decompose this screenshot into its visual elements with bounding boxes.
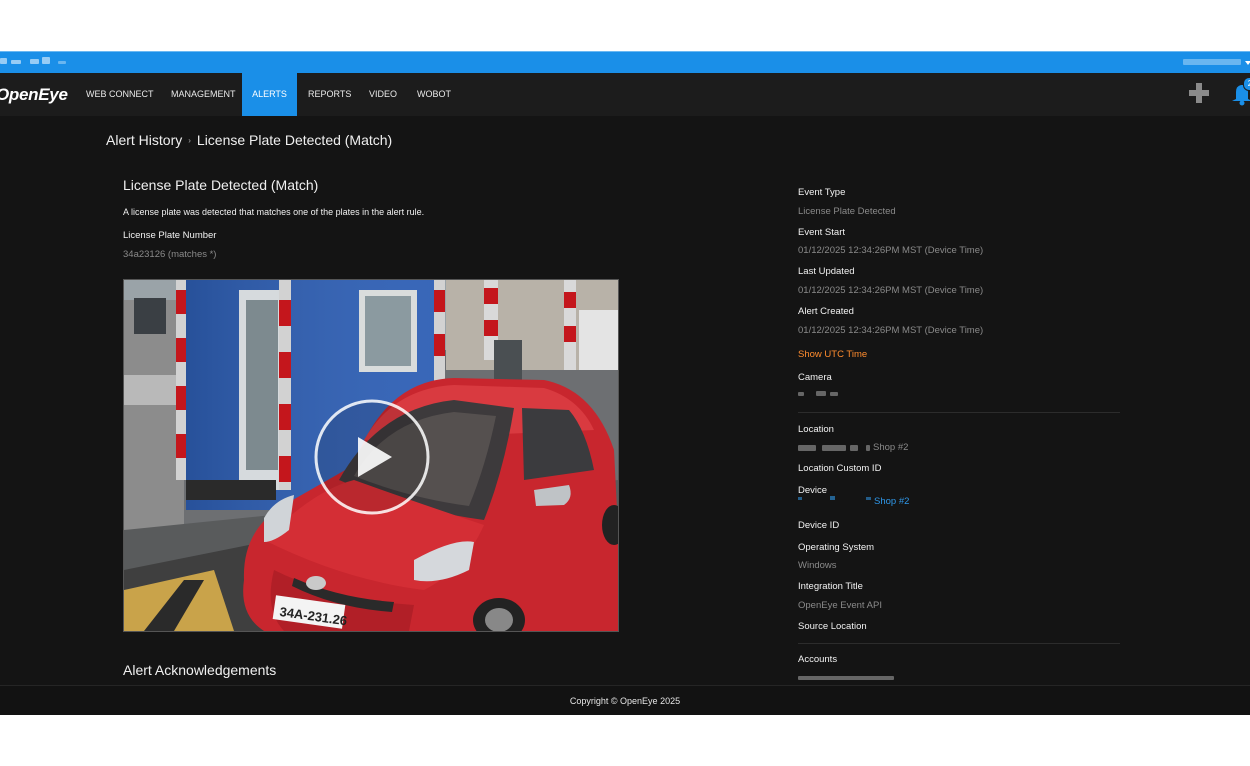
event-start-value: 01/12/2025 12:34:26PM MST (Device Time)	[798, 245, 984, 256]
integration-title-value: OpenEye Event API	[798, 600, 882, 611]
play-icon[interactable]	[312, 397, 432, 517]
camera-value-redacted	[798, 392, 804, 396]
main-nav: OpenEye WEB CONNECT MANAGEMENT ALERTS RE…	[0, 73, 1250, 116]
notifications-button[interactable]: 2	[1230, 77, 1250, 107]
integration-title-label: Integration Title	[798, 581, 863, 592]
location-value-redacted	[798, 445, 816, 451]
event-type-label: Event Type	[798, 187, 846, 198]
operating-system-value: Windows	[798, 560, 837, 571]
location-value: Shop #2	[873, 442, 909, 453]
nav-management[interactable]: MANAGEMENT	[171, 73, 236, 116]
last-updated-label: Last Updated	[798, 266, 855, 277]
app-window: OpenEye WEB CONNECT MANAGEMENT ALERTS RE…	[0, 51, 1250, 715]
copyright-text: Copyright © OpenEye 2025	[569, 696, 681, 706]
acknowledgements-heading: Alert Acknowledgements	[123, 662, 277, 678]
last-updated-value: 01/12/2025 12:34:26PM MST (Device Time)	[798, 285, 984, 296]
accounts-label: Accounts	[798, 654, 838, 665]
top-bar	[0, 51, 1250, 73]
user-menu-name-redacted[interactable]	[1183, 59, 1241, 65]
section-divider	[798, 643, 1120, 644]
device-link[interactable]: Shop #2	[874, 496, 909, 507]
nav-reports[interactable]: REPORTS	[308, 73, 351, 116]
breadcrumb-separator: ›	[188, 136, 191, 145]
location-custom-id-label: Location Custom ID	[798, 463, 882, 474]
event-start-label: Event Start	[798, 227, 845, 238]
alert-description: A license plate was detected that matche…	[123, 207, 425, 217]
breadcrumb: Alert History › License Plate Detected (Ma…	[106, 132, 392, 148]
device-link-redacted[interactable]	[798, 497, 802, 500]
source-location-label: Source Location	[798, 621, 867, 632]
chevron-down-icon[interactable]	[1245, 61, 1250, 65]
location-label: Location	[798, 424, 834, 435]
openeye-logo[interactable]: OpenEye	[0, 85, 68, 105]
device-label: Device	[798, 485, 828, 496]
alert-created-label: Alert Created	[798, 306, 854, 317]
nav-alerts[interactable]: ALERTS	[242, 73, 297, 116]
alert-title: License Plate Detected (Match)	[123, 177, 319, 193]
plus-icon[interactable]	[1188, 82, 1210, 104]
alert-video-player[interactable]: 34A-231.26	[123, 279, 619, 632]
redacted-brand	[0, 58, 7, 64]
notification-badge: 2	[1243, 77, 1250, 91]
nav-video[interactable]: VIDEO	[369, 73, 397, 116]
operating-system-label: Operating System	[798, 542, 875, 553]
breadcrumb-alert-history[interactable]: Alert History	[106, 132, 182, 148]
footer: Copyright © OpenEye 2025	[0, 685, 1250, 715]
camera-label: Camera	[798, 372, 832, 383]
plate-number-label: License Plate Number	[123, 230, 217, 241]
plate-number-value: 34a23126 (matches *)	[123, 249, 217, 260]
breadcrumb-current: License Plate Detected (Match)	[196, 132, 393, 148]
device-id-label: Device ID	[798, 520, 840, 531]
alert-created-value: 01/12/2025 12:34:26PM MST (Device Time)	[798, 325, 984, 336]
accounts-value-redacted	[798, 676, 894, 680]
section-divider	[798, 412, 1120, 413]
nav-wobot[interactable]: WOBOT	[417, 73, 451, 116]
show-utc-time-link[interactable]: Show UTC Time	[798, 349, 867, 360]
event-type-value: License Plate Detected	[798, 206, 896, 217]
nav-web-connect[interactable]: WEB CONNECT	[86, 73, 154, 116]
